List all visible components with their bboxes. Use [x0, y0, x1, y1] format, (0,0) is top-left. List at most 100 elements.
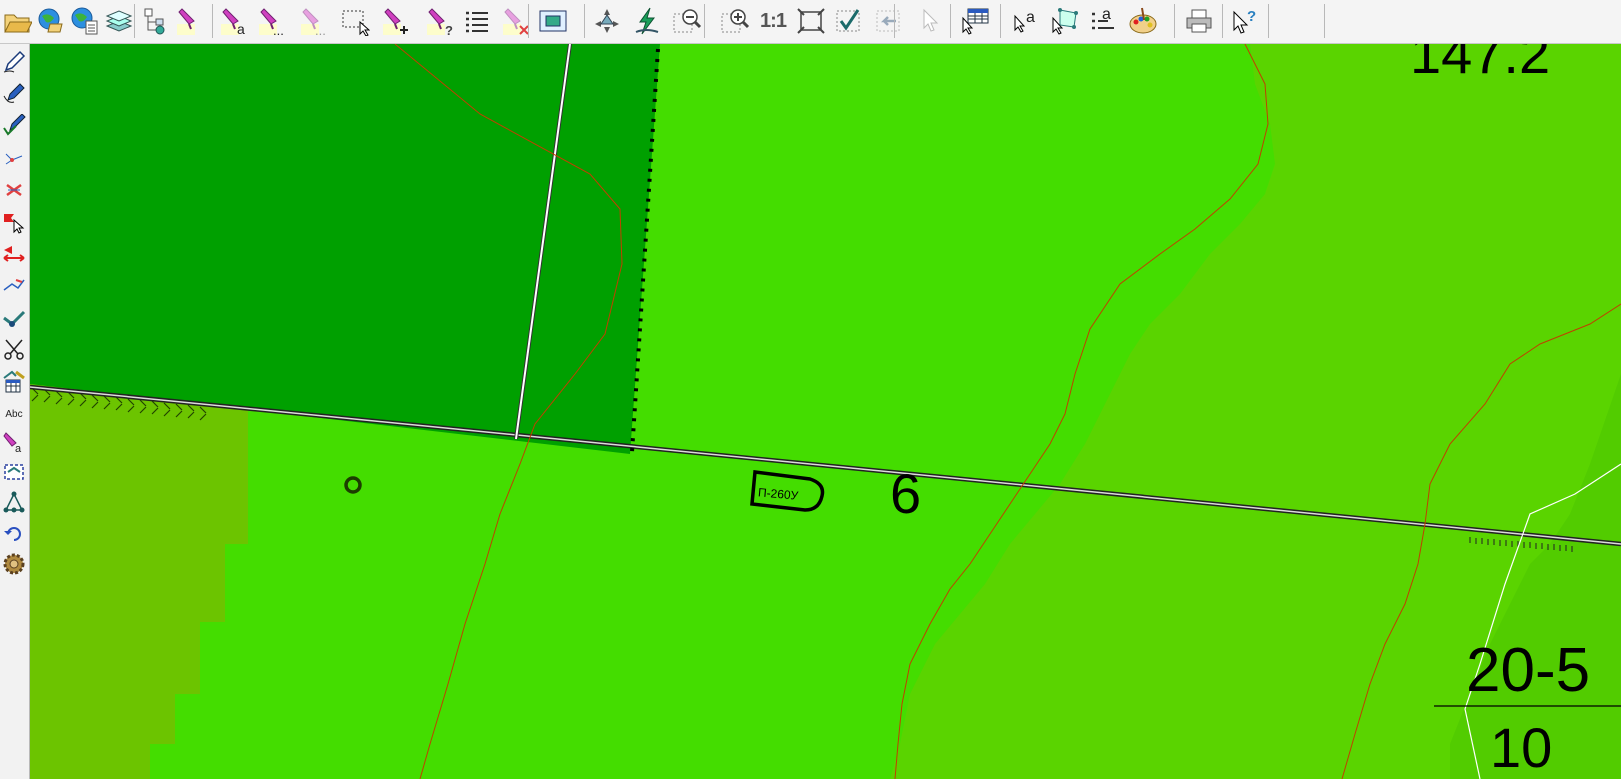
marker-text-button[interactable]: a: [218, 2, 252, 40]
open-button[interactable]: [0, 2, 34, 40]
list-icon: [462, 6, 492, 36]
marker-add-button[interactable]: [380, 2, 414, 40]
pencil-curve-icon: [2, 82, 26, 111]
help-pointer-icon: ?: [1230, 6, 1260, 36]
zoom-actual-icon: 1:1: [760, 9, 787, 32]
zoom-out-button[interactable]: [670, 2, 704, 40]
label-text-icon: Abc: [5, 408, 23, 420]
svg-text:...: ...: [273, 23, 284, 36]
list-button[interactable]: [460, 2, 494, 40]
back-extent-icon: [874, 6, 904, 36]
settings-gear-button[interactable]: [0, 552, 28, 580]
table-button[interactable]: [958, 2, 992, 40]
main-toolbar: a......? 1:1 a a?: [0, 0, 1621, 44]
tree-structure-icon: [142, 6, 172, 36]
svg-text:a: a: [15, 443, 22, 454]
palette-button[interactable]: [1126, 2, 1160, 40]
delete-vertex-button[interactable]: [0, 178, 28, 206]
scissors-icon: [2, 338, 26, 367]
edit-line-icon: [2, 274, 26, 303]
navigate-button[interactable]: [590, 2, 624, 40]
move-node-button[interactable]: [0, 306, 28, 334]
toolbar-separator: [950, 4, 951, 38]
help-button[interactable]: ?: [1228, 2, 1262, 40]
marker-add-icon: [382, 6, 412, 36]
undo-button[interactable]: [0, 522, 28, 550]
pencil-check-button[interactable]: [0, 112, 28, 143]
label-text-button[interactable]: Abc: [0, 400, 28, 428]
toolbar-separator: [704, 4, 705, 38]
table-edit-icon: [2, 370, 26, 399]
marker-query-icon: ?: [426, 6, 456, 36]
print-button[interactable]: [1182, 2, 1216, 40]
layers-button[interactable]: [102, 2, 136, 40]
feature-tag-label: П-260У: [757, 485, 799, 503]
svg-text:?: ?: [445, 23, 453, 36]
marker-icon: [176, 6, 206, 36]
pencil-curve-button[interactable]: [0, 82, 28, 110]
pencil-button[interactable]: [0, 50, 28, 78]
zoom-in-icon: [720, 6, 750, 36]
toolbar-separator: [528, 4, 529, 38]
attribute-list-button[interactable]: a: [1086, 2, 1120, 40]
table-icon: [960, 6, 990, 36]
vertex-edit-button[interactable]: [0, 146, 28, 174]
zoom-fit-button[interactable]: [794, 2, 828, 40]
svg-text:a: a: [1102, 6, 1111, 23]
forest-block: [30, 44, 660, 454]
marker-query-button[interactable]: ?: [424, 2, 458, 40]
zoom-1-1-button[interactable]: 1:1: [756, 2, 790, 40]
printer-icon: [1184, 6, 1214, 36]
globe-button[interactable]: [34, 2, 68, 40]
globe-layers-icon: [36, 6, 66, 36]
toolbar-separator: [212, 4, 213, 38]
select-rect-button[interactable]: [338, 2, 372, 40]
toolbar-separator: [584, 4, 585, 38]
palette-icon: [1128, 6, 1158, 36]
edit-line-button[interactable]: [0, 274, 28, 302]
flag-pointer-button[interactable]: [0, 210, 28, 238]
parcel-number-label: 6: [890, 462, 922, 525]
settings-gear-icon: [2, 552, 26, 581]
globe-props-button[interactable]: [68, 2, 102, 40]
block-code-lower-label: 10: [1490, 716, 1553, 779]
toolbar-separator: [1324, 4, 1325, 38]
map-canvas[interactable]: 147.2 6 20-5 10 П-260У: [30, 44, 1621, 779]
pencil-check-icon: [2, 112, 26, 143]
zoom-out-icon: [672, 6, 702, 36]
toolbar-separator: [894, 4, 895, 38]
tree-button[interactable]: [140, 2, 174, 40]
map-layer: [30, 44, 1621, 779]
svg-text:a: a: [1026, 9, 1035, 26]
refresh-button[interactable]: [630, 2, 664, 40]
vertex-edit-icon: [2, 146, 26, 175]
toolbar-separator: [1174, 4, 1175, 38]
scissors-button[interactable]: [0, 338, 28, 366]
zoom-in-button[interactable]: [718, 2, 752, 40]
marker-label-icon: a: [2, 430, 26, 459]
marker-button[interactable]: [174, 2, 208, 40]
edit-sidebar: Abc a: [0, 44, 30, 779]
select-rectangle-icon: [340, 6, 370, 36]
back-extent-button[interactable]: [872, 2, 906, 40]
network-button[interactable]: [0, 490, 28, 518]
pointer-button[interactable]: [912, 2, 946, 40]
select-text-icon: a: [1012, 6, 1042, 36]
select-dashed-button[interactable]: [0, 460, 28, 488]
frame-button[interactable]: [536, 2, 570, 40]
marker-more-icon: ...: [258, 6, 288, 36]
select-polygon-button[interactable]: [1048, 2, 1082, 40]
attribute-list-icon: a: [1088, 6, 1118, 36]
marker-label-button[interactable]: a: [0, 430, 28, 458]
table-edit-button[interactable]: [0, 370, 28, 398]
check-extent-button[interactable]: [832, 2, 866, 40]
marker-more-button[interactable]: ...: [256, 2, 290, 40]
toolbar-separator: [134, 4, 135, 38]
block-code-label: 20-5: [1466, 636, 1591, 705]
toolbar-separator: [1000, 4, 1001, 38]
svg-text:...: ...: [315, 23, 326, 36]
flag-pointer-icon: [2, 210, 26, 239]
move-horizontal-button[interactable]: [0, 242, 28, 270]
marker-faded-button[interactable]: ...: [298, 2, 332, 40]
select-text-button[interactable]: a: [1010, 2, 1044, 40]
